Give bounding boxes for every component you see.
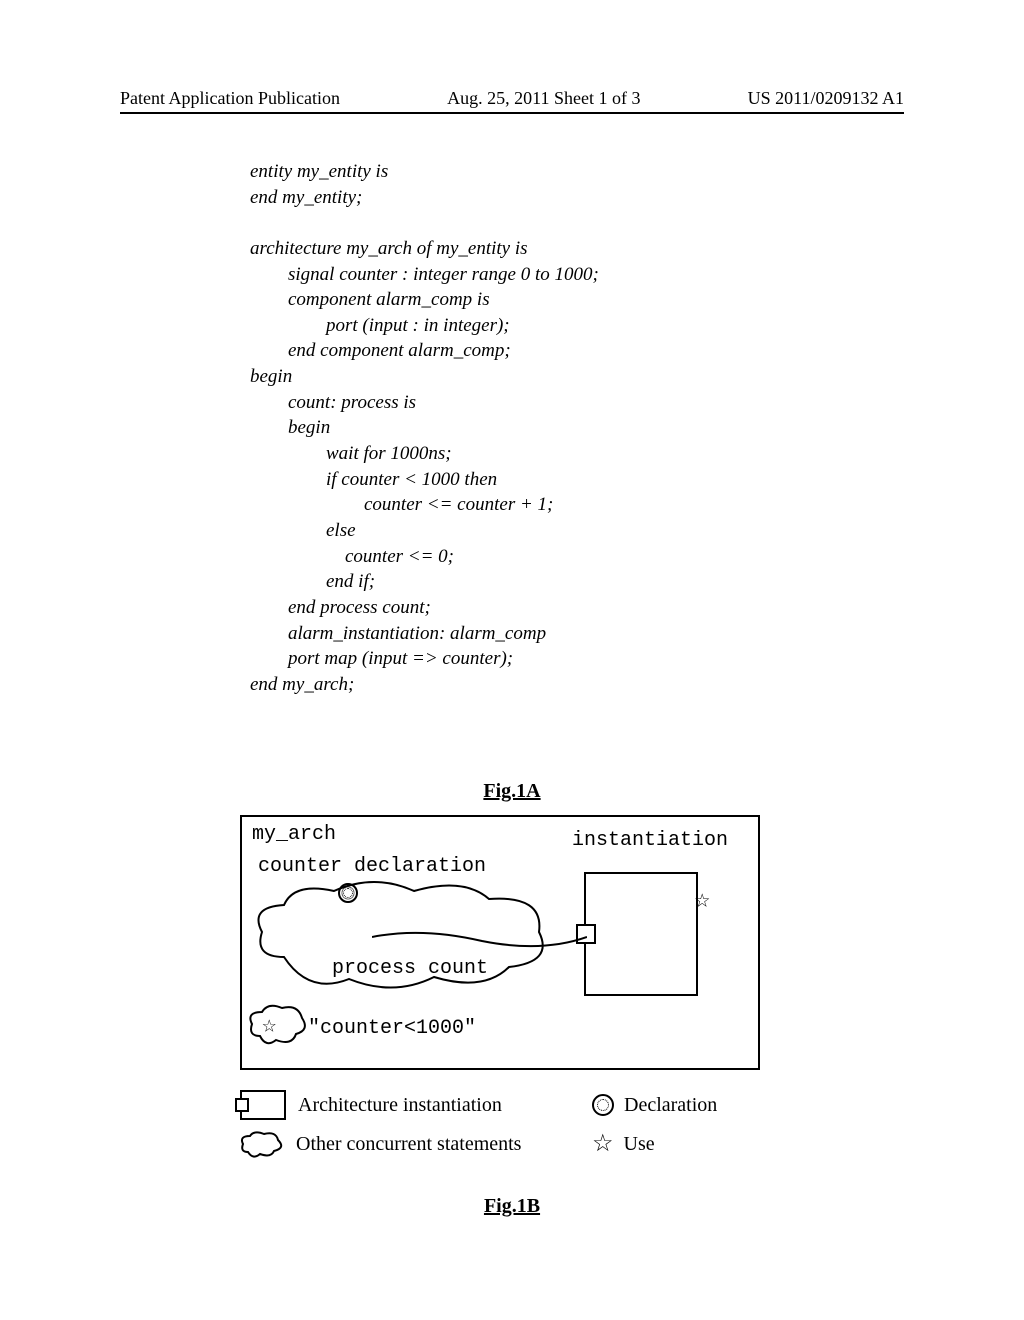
legend: Architecture instantiation Declaration O… [240,1090,800,1168]
patent-page: Patent Application Publication Aug. 25, … [0,0,1024,1320]
diagram-title: my_arch [252,823,336,846]
signal-line-icon [372,931,587,953]
diagram-counter-condition: "counter<1000" [308,1017,476,1040]
header-left: Patent Application Publication [120,88,340,109]
legend-cloud-icon [240,1130,284,1158]
legend-architecture-icon [240,1090,286,1120]
vhdl-code-block: entity my_entity is end my_entity; archi… [250,159,599,697]
figure-1a-label: Fig.1A [0,780,1024,803]
legend-star-icon: ☆ [592,1132,614,1156]
header-rule [120,112,904,114]
use-star-icon: ☆ [694,884,710,915]
figure-1b-label: Fig.1B [0,1195,1024,1218]
legend-other-label: Other concurrent statements [296,1133,521,1156]
diagram-instantiation-label: instantiation [572,829,728,852]
instantiation-block-icon: ☆ [584,872,698,996]
star-icon: ☆ [262,1010,276,1040]
legend-use-label: Use [624,1133,655,1156]
diagram-counter-declaration: counter declaration [258,855,486,878]
header-center: Aug. 25, 2011 Sheet 1 of 3 [447,88,640,109]
use-cloud-icon: ☆ [248,1002,308,1046]
header-right: US 2011/0209132 A1 [748,88,904,109]
legend-row: Other concurrent statements ☆ Use [240,1130,800,1158]
legend-row: Architecture instantiation Declaration [240,1090,800,1120]
legend-arch-label: Architecture instantiation [298,1094,502,1117]
legend-declaration-label: Declaration [624,1094,717,1117]
figure-1b-diagram: my_arch instantiation counter declaratio… [240,815,760,1070]
page-header: Patent Application Publication Aug. 25, … [120,88,904,109]
legend-declaration-icon [592,1094,614,1116]
